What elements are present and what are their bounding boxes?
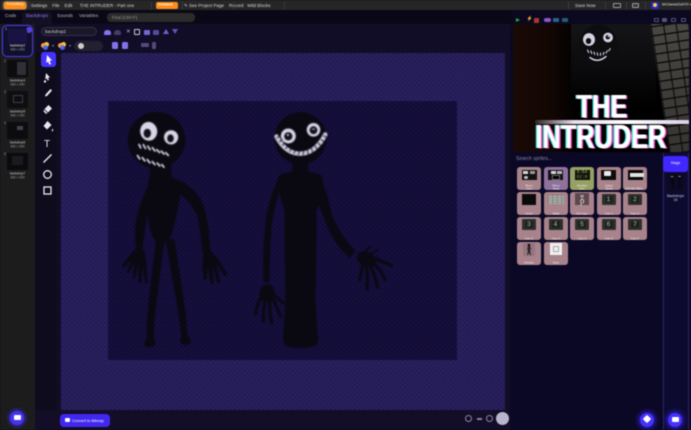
svg-text:T: T (44, 139, 50, 150)
